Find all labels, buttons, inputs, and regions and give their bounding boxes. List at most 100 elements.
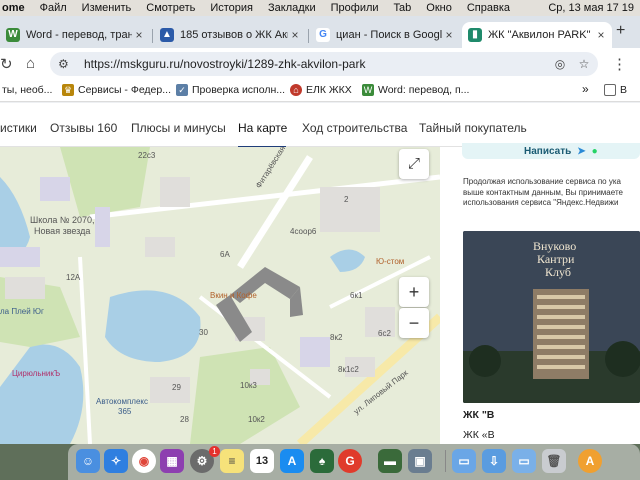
solitaire-icon[interactable]: ♠ [310,449,334,473]
nav-construction[interactable]: Ход строительства [302,121,407,135]
menu-app-name[interactable]: ome [0,2,25,14]
nav-reviews[interactable]: Отзывы 160 [50,121,117,135]
ad-banner[interactable]: Внуково Кантри Клуб [463,231,640,403]
close-icon[interactable]: × [132,28,146,42]
tab-title: 185 отзывов о ЖК Акви [180,29,288,41]
ad-subtitle: ЖК «В [463,429,495,441]
bookmark-item[interactable]: ♛ Сервисы - Федер... [62,84,171,96]
menu-history[interactable]: История [210,2,253,14]
nav-on-map[interactable]: На карте [238,121,287,135]
map-poi-cafe[interactable]: Вкин и Кофе [210,291,257,300]
fullscreen-button[interactable]: ⤢ [399,149,429,179]
tab-google[interactable]: G циан - Поиск в Google × [310,22,460,48]
reload-icon[interactable]: ↻ [0,55,13,73]
emblem-icon: ♛ [62,84,74,96]
close-icon[interactable]: × [594,28,608,42]
site-info-icon[interactable]: ⚙ [58,57,76,71]
tab-title: ЖК "Аквилон PARK" в [488,29,594,41]
bookmark-label: ты, необ... [2,84,53,96]
map-label: 4соор6 [290,227,317,236]
nav-pros-cons[interactable]: Плюсы и минусы [131,121,226,135]
notes-icon[interactable]: ≡ [220,449,244,473]
browser-toolbar: ↻ ⌂ ⚙ https://mskguru.ru/novostroyki/128… [0,48,640,80]
url-text[interactable]: https://mskguru.ru/novostroyki/1289-zhk-… [84,57,550,71]
write-button[interactable]: Написать ➤ ● [462,143,640,159]
bookmark-label: Проверка исполн... [192,84,286,96]
menu-edit[interactable]: Изменить [82,2,132,14]
menu-tab[interactable]: Tab [394,2,412,14]
chrome-icon[interactable]: ◉ [132,449,156,473]
tab-akvilon-active[interactable]: ▮ ЖК "Аквилон PARK" в × [462,22,612,48]
house-icon: ⌂ [290,84,302,96]
downloads-folder-icon[interactable]: ⇩ [482,449,506,473]
finder-icon[interactable]: ☺ [76,449,100,473]
bookmark-item[interactable]: ⌂ ЕЛК ЖКХ [290,84,352,96]
map-label: 12А [66,273,81,282]
tab-reviews[interactable]: ▲ 185 отзывов о ЖК Акви × [154,22,306,48]
documents-folder-icon[interactable]: ▭ [512,449,536,473]
bookmark-item[interactable]: ✓ Проверка исполн... [176,84,285,96]
photo-app-icon[interactable]: ▦ [160,449,184,473]
zoom-in-button[interactable]: + [399,277,429,307]
yandex-icon[interactable]: G [338,449,362,473]
notification-badge: 1 [209,446,220,457]
map-label: 8к2 [330,333,343,342]
tab-divider [308,29,309,43]
bookmarks-overflow-button[interactable]: » [582,82,589,96]
site-section-nav: истики Отзывы 160 Плюсы и минусы На карт… [0,103,640,149]
bookmarks-bar: ты, необ... ♛ Сервисы - Федер... ✓ Прове… [0,80,640,102]
menu-bar: ome Файл Изменить Смотреть История Закла… [0,0,640,16]
folder-icon [604,84,616,96]
menu-profiles[interactable]: Профили [331,2,379,14]
bookmark-star-icon[interactable]: ☆ [574,57,594,71]
zoom-out-button[interactable]: − [399,308,429,338]
home-icon[interactable]: ⌂ [26,55,35,72]
close-icon[interactable]: × [288,28,302,42]
address-bar[interactable]: ⚙ https://mskguru.ru/novostroyki/1289-zh… [50,52,598,76]
preview-icon[interactable]: ▣ [408,449,432,473]
folder-icon[interactable]: ▭ [452,449,476,473]
menu-view[interactable]: Смотреть [146,2,195,14]
app-store-icon[interactable]: A [280,449,304,473]
menu-file[interactable]: Файл [40,2,67,14]
menu-bookmarks[interactable]: Закладки [268,2,316,14]
menu-kebab-icon[interactable]: ⋮ [612,55,627,73]
menu-clock[interactable]: Ср, 13 мая 17 19 [548,2,634,14]
map-poi-auto[interactable]: Автокомплекс [96,397,148,406]
word-favicon-icon: W [6,28,20,42]
menu-help[interactable]: Справка [467,2,510,14]
eye-off-icon[interactable]: ◎ [550,57,570,71]
tab-word[interactable]: W Word - перевод, транс × [0,22,150,48]
map-poi-play[interactable]: ла Плей Юг [0,307,44,316]
telegram-icon[interactable]: ➤ [577,146,585,157]
map-poi-shop[interactable]: Ю-стом [376,257,404,266]
close-icon[interactable]: × [442,28,456,42]
tab-strip: W Word - перевод, транс × ▲ 185 отзывов … [0,16,640,48]
disclaimer-text: Продолжая использование сервиса по ука в… [463,177,623,207]
nav-secret-buyer[interactable]: Тайный покупатель [419,121,527,135]
nav-characteristics[interactable]: истики [0,121,37,135]
new-tab-button[interactable]: + [616,22,625,40]
mskguru-favicon-icon: ▲ [160,28,174,42]
ad-brand-line: Клуб [545,265,571,279]
avatar-icon[interactable]: A [578,449,602,473]
ad-title[interactable]: ЖК "В [463,409,494,421]
screen: ome Файл Изменить Смотреть История Закла… [0,0,640,480]
bookmark-item[interactable]: W Word: перевод, п... [362,84,469,96]
whatsapp-icon[interactable]: ● [592,146,598,157]
map-view[interactable]: 22с3 Школа № 2070, Новая звезда Фитарёвс… [0,147,440,444]
terminal-icon[interactable]: ▬ [378,449,402,473]
dock-divider [445,450,446,472]
safari-icon[interactable]: ✧ [104,449,128,473]
map-poi-auto[interactable]: 365 [118,407,131,416]
bookmark-item[interactable]: ты, необ... [2,84,52,96]
map-label: 10к3 [240,381,257,390]
map-poi-pharm[interactable]: ЦирюльникЪ [12,369,60,378]
side-panel: Написать ➤ ● Продолжая использование сер… [440,143,640,444]
tab-title: циан - Поиск в Google [336,29,442,41]
calendar-icon[interactable]: 13 [250,449,274,473]
bookmark-folder[interactable]: В [604,84,627,96]
trash-icon[interactable]: 🗑 [542,449,566,473]
map-label: 30 [199,328,208,337]
menu-window[interactable]: Окно [426,2,452,14]
